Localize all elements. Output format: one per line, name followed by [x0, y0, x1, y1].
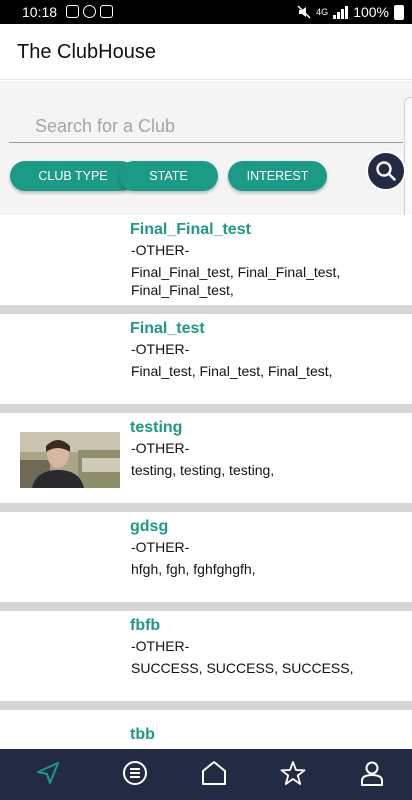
nav-profile[interactable]: [356, 757, 388, 789]
search-area: CLUB TYPE STATE INTEREST: [0, 81, 412, 259]
check-notification-icon: [100, 5, 113, 18]
club-interests: Final_test, Final_test, Final_test,: [131, 363, 333, 379]
nav-send[interactable]: [32, 757, 64, 789]
bottom-nav: [0, 749, 412, 800]
list-divider: [0, 404, 412, 413]
notification-icons: [66, 5, 113, 18]
club-type-filter-button[interactable]: CLUB TYPE: [10, 161, 136, 191]
club-photo: [20, 432, 120, 488]
app-bar: The ClubHouse: [0, 24, 412, 80]
club-list[interactable]: Final_Final_test -OTHER- Final_Final_tes…: [0, 215, 412, 749]
home-icon: [202, 761, 226, 785]
club-type: -OTHER-: [131, 638, 190, 654]
club-name: tbb: [130, 726, 155, 743]
club-card[interactable]: Final_Final_test -OTHER- Final_Final_tes…: [0, 215, 412, 305]
club-type: -OTHER-: [131, 242, 190, 258]
club-name: Final_Final_test: [130, 221, 251, 238]
club-card[interactable]: Final_test -OTHER- Final_test, Final_tes…: [0, 314, 412, 404]
star-icon: [280, 761, 306, 785]
list-divider: [0, 503, 412, 512]
club-name: fbfb: [130, 617, 161, 634]
club-card[interactable]: tbb: [0, 710, 412, 749]
club-card[interactable]: fbfb -OTHER- SUCCESS, SUCCESS, SUCCESS,: [0, 611, 412, 701]
network-type: 4G: [316, 7, 329, 17]
battery-icon: [394, 4, 404, 20]
nav-list[interactable]: [119, 757, 151, 789]
club-interests: SUCCESS, SUCCESS, SUCCESS,: [131, 660, 354, 676]
signal-icon: [333, 5, 349, 19]
club-card[interactable]: gdsg -OTHER- hfgh, fgh, fghfghgfh,: [0, 512, 412, 602]
club-name: Final_test: [130, 320, 205, 337]
search-button[interactable]: [366, 151, 406, 191]
club-search-input[interactable]: [9, 111, 403, 143]
nav-favorites[interactable]: [277, 757, 309, 789]
club-interests: Final_Final_test, Final_Final_test, Fina…: [131, 264, 341, 298]
state-filter-button[interactable]: STATE: [119, 161, 218, 191]
club-type: -OTHER-: [131, 539, 190, 555]
status-right: 4G 100%: [297, 4, 404, 20]
status-time: 10:18: [22, 4, 58, 20]
interest-filter-button[interactable]: INTEREST: [228, 161, 327, 191]
club-type: -OTHER-: [131, 440, 190, 456]
club-name: gdsg: [130, 518, 169, 535]
list-icon: [123, 761, 147, 785]
app-title: The ClubHouse: [17, 41, 156, 63]
mute-icon: [297, 5, 311, 19]
battery-percent: 100%: [353, 4, 389, 20]
nav-home[interactable]: [198, 757, 230, 789]
profile-icon: [361, 761, 383, 786]
chat-notification-icon: [83, 5, 96, 18]
club-interests: hfgh, fgh, fghfghgfh,: [131, 561, 256, 577]
club-name: testing: [130, 419, 183, 436]
list-divider: [0, 701, 412, 710]
image-notification-icon: [66, 5, 79, 18]
search-icon: [376, 161, 396, 181]
club-type: -OTHER-: [131, 341, 190, 357]
list-divider: [0, 305, 412, 314]
club-interests: testing, testing, testing,: [131, 462, 275, 478]
status-bar: 10:18 4G 100%: [0, 0, 412, 24]
send-icon: [37, 762, 59, 784]
club-card[interactable]: testing -OTHER- testing, testing, testin…: [0, 413, 412, 503]
list-divider: [0, 602, 412, 611]
